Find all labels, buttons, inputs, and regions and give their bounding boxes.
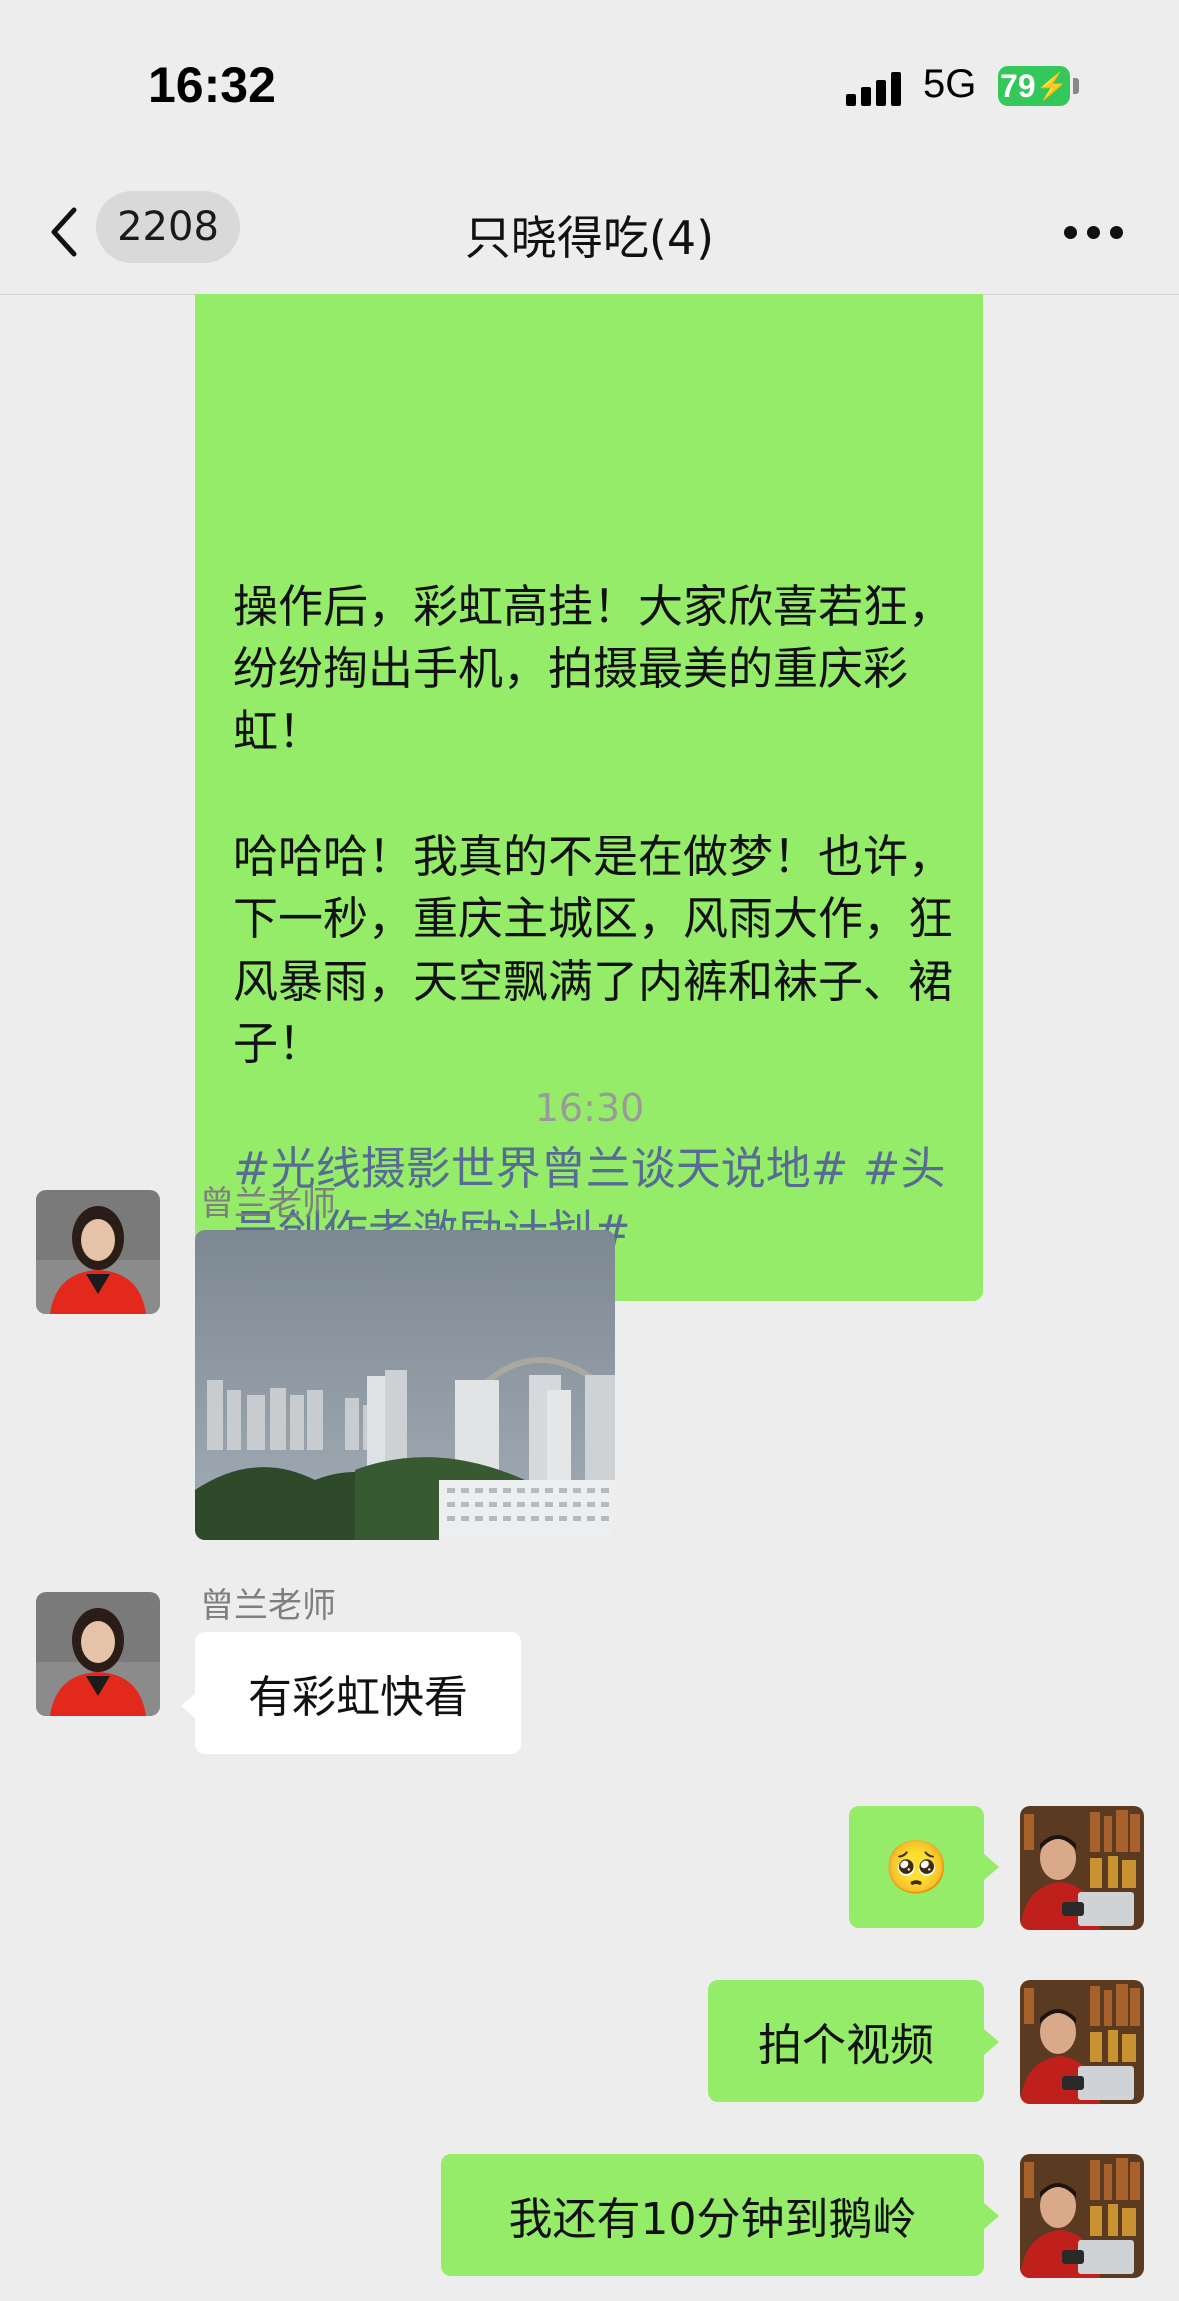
rainbow-city-photo (195, 1230, 615, 1540)
avatar-image (1020, 2154, 1144, 2278)
avatar-zeng-lan[interactable] (36, 1592, 160, 1716)
network-type: 5G (923, 62, 977, 106)
more-icon[interactable] (1064, 226, 1124, 240)
incoming-text-message[interactable]: 有彩虹快看 (195, 1632, 521, 1754)
signal-icon (846, 72, 906, 106)
long-message-text: 操作后，彩虹高挂！大家欣喜若狂，纷纷掏出手机，拍摄最美的重庆彩虹！ 哈哈哈！我真… (233, 576, 963, 1264)
long-message-body: 操作后，彩虹高挂！大家欣喜若狂，纷纷掏出手机，拍摄最美的重庆彩虹！ 哈哈哈！我真… (233, 579, 954, 1071)
outgoing-emoji-message[interactable]: 🥺 (849, 1806, 984, 1928)
message-text: 我还有10分钟到鹅岭 (508, 2194, 917, 2245)
outgoing-long-message[interactable]: 操作后，彩虹高挂！大家欣喜若狂，纷纷掏出手机，拍摄最美的重庆彩虹！ 哈哈哈！我真… (195, 294, 983, 1301)
battery-cap (1073, 78, 1079, 94)
message-text: 拍个视频 (758, 2020, 934, 2071)
bubble-tail (984, 2203, 999, 2229)
avatar-self[interactable] (1020, 1806, 1144, 1930)
avatar-self[interactable] (1020, 1980, 1144, 2104)
photo-message[interactable] (195, 1230, 615, 1540)
battery-icon: 79 ⚡ (998, 66, 1070, 106)
avatar-self[interactable] (1020, 2154, 1144, 2278)
avatar-image (36, 1592, 160, 1716)
avatar-image (1020, 1980, 1144, 2104)
sender-name: 曾兰老师 (200, 1586, 336, 1626)
avatar-zeng-lan[interactable] (36, 1190, 160, 1314)
battery-level: 79 (1000, 67, 1036, 104)
emoji-icon: 🥺 (884, 1837, 949, 1898)
avatar-image (36, 1190, 160, 1314)
bubble-tail (984, 2029, 999, 2055)
status-bar: 16:32 5G 79 ⚡ (0, 0, 1179, 170)
sender-name: 曾兰老师 (200, 1184, 336, 1224)
outgoing-text-message[interactable]: 拍个视频 (708, 1980, 984, 2102)
time-separator: 16:30 (534, 1086, 645, 1130)
chat-message-list[interactable]: 操作后，彩虹高挂！大家欣喜若狂，纷纷掏出手机，拍摄最美的重庆彩虹！ 哈哈哈！我真… (0, 294, 1179, 2301)
bubble-tail (181, 1693, 196, 1719)
status-time: 16:32 (148, 57, 276, 113)
message-text: 有彩虹快看 (248, 1672, 468, 1723)
bubble-tail (984, 1854, 999, 1880)
outgoing-text-message[interactable]: 我还有10分钟到鹅岭 (441, 2154, 984, 2276)
chat-header: 2208 只晓得吃(4) (0, 170, 1179, 295)
chat-title: 只晓得吃(4) (464, 211, 715, 265)
avatar-image (1020, 1806, 1144, 1930)
